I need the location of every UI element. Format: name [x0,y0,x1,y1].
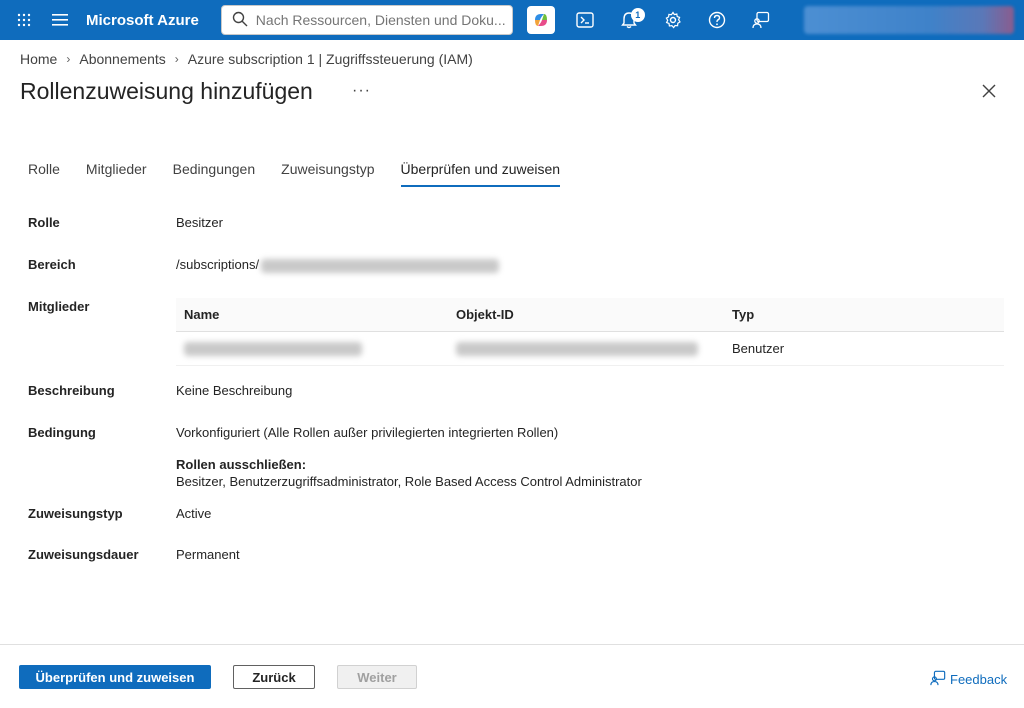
chevron-right-icon: › [174,52,179,66]
condition-exclude-title: Rollen ausschließen: [176,457,307,472]
condition-label: Bedingung [28,425,96,440]
page-title: Rollenzuweisung hinzufügen [20,78,313,104]
members-table: Name Objekt-ID Typ Benutzer [176,298,1004,366]
assignment-type-label: Zuweisungstyp [28,506,123,521]
feedback-label: Feedback [950,672,1008,687]
back-button[interactable]: Zurück [233,665,315,689]
member-name-redacted [176,341,450,357]
condition-value: Vorkonfiguriert (Alle Rollen außer privi… [176,425,559,440]
copilot-icon[interactable] [526,6,555,34]
search-icon [232,11,248,30]
breadcrumb-home[interactable]: Home [20,51,57,67]
tab-ueberpruefen-und-zuweisen[interactable]: Überprüfen und zuweisen [400,161,561,187]
scope-prefix: /subscriptions/ [176,257,260,272]
scope-label: Bereich [28,257,76,272]
footer-divider [0,644,1024,645]
assignment-type-value: Active [176,506,212,521]
tab-rolle[interactable]: Rolle [28,161,60,187]
brand-title[interactable]: Microsoft Azure [86,12,199,29]
subscription-id-redacted [261,258,500,273]
tab-zuweisungstyp[interactable]: Zuweisungstyp [281,161,374,187]
members-label: Mitglieder [28,299,90,314]
description-label: Beschreibung [28,383,115,398]
review-and-assign-button[interactable]: Überprüfen und zuweisen [19,665,211,689]
member-type: Benutzer [732,341,785,356]
description-value: Keine Beschreibung [176,383,293,398]
member-object-id-redacted [450,341,726,357]
scope-value: /subscriptions/ [176,257,500,273]
tab-bedingungen[interactable]: Bedingungen [173,161,256,187]
settings-gear-icon[interactable] [651,0,695,40]
help-question-icon[interactable] [695,0,739,40]
assignment-duration-value: Permanent [176,547,240,562]
feedback-icon [930,670,950,689]
assignment-duration-label: Zuweisungsdauer [28,547,139,562]
next-button[interactable]: Weiter [337,665,417,689]
column-header-name: Name [184,307,220,322]
chevron-right-icon: › [66,52,71,66]
tab-mitglieder[interactable]: Mitglieder [86,161,147,187]
notifications-bell-icon[interactable]: 1 [607,0,651,40]
search-input[interactable] [255,12,506,28]
role-value: Besitzer [176,215,223,230]
role-label: Rolle [28,215,60,230]
feedback-link[interactable]: Feedback [930,670,1007,689]
breadcrumb-iam[interactable]: Azure subscription 1 | Zugriffssteuerung… [188,51,473,67]
cloud-shell-icon[interactable] [563,0,607,40]
account-info-blurred[interactable] [804,6,1014,34]
feedback-person-icon[interactable] [739,0,783,40]
wizard-tabs: Rolle Mitglieder Bedingungen Zuweisungst… [28,161,586,187]
more-options-icon[interactable]: ··· [352,82,371,100]
condition-exclude-roles: Besitzer, Benutzerzugriffsadministrator,… [176,474,642,489]
global-search[interactable] [220,5,513,35]
members-table-header: Name Objekt-ID Typ [176,298,1004,332]
breadcrumb-subscriptions[interactable]: Abonnements [79,51,165,67]
notification-count-badge: 1 [630,8,645,22]
top-navigation-bar: Microsoft Azure 1 [0,0,1024,40]
app-launcher-icon[interactable] [6,0,42,40]
table-row: Benutzer [176,332,1004,366]
column-header-type: Typ [732,307,755,322]
close-icon[interactable] [978,80,1000,102]
hamburger-menu-icon[interactable] [42,0,78,40]
column-header-object-id: Objekt-ID [456,307,514,322]
breadcrumb: Home › Abonnements › Azure subscription … [20,51,473,67]
